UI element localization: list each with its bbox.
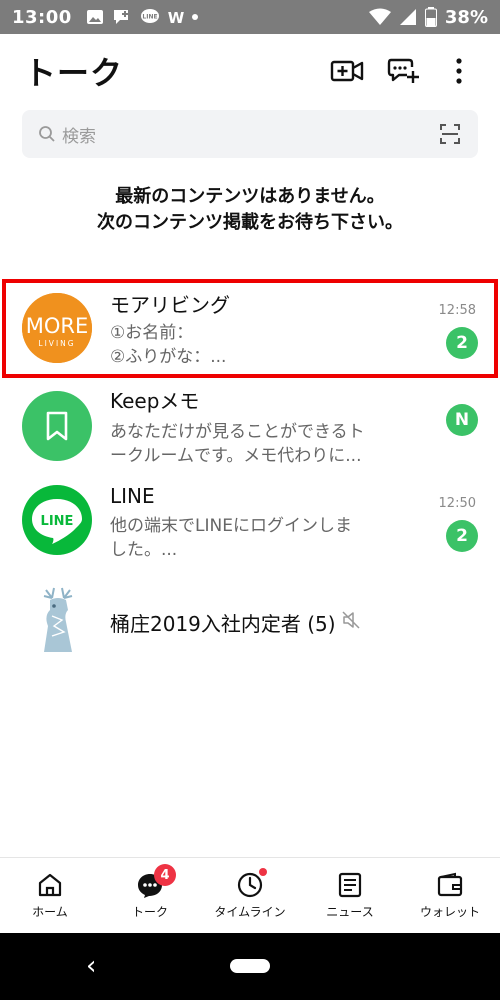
bottom-navigation: ホーム トーク 4 タイムライン ニュース ウォレット	[0, 857, 500, 933]
battery-icon	[424, 7, 437, 27]
search-icon	[39, 126, 55, 142]
scan-icon[interactable]	[438, 122, 462, 146]
w-icon: W	[168, 9, 184, 25]
chat-time: 12:50	[438, 496, 476, 511]
chat-name: モアリビング	[110, 293, 230, 317]
notice-message: 最新のコンテンツはありません。 次のコンテンツ掲載をお待ち下さい。	[0, 184, 500, 236]
status-right: 38%	[368, 6, 488, 28]
chat-name: LINE	[110, 484, 155, 508]
svg-text:W: W	[168, 9, 184, 25]
search-placeholder: 検索	[62, 126, 96, 147]
signal-icon	[399, 9, 416, 25]
mute-icon	[342, 611, 360, 629]
wallet-icon	[437, 872, 463, 897]
avatar-text: LINE	[41, 514, 74, 529]
chat-preview: ①お名前： ②ふりがな：...	[110, 321, 400, 369]
more-vertical-icon	[456, 58, 462, 84]
header: トーク	[0, 34, 500, 108]
search-bar[interactable]: 検索	[22, 110, 478, 158]
battery-percent: 38%	[444, 6, 488, 28]
header-actions	[330, 54, 476, 88]
more-menu-button[interactable]	[442, 54, 476, 88]
tab-home[interactable]: ホーム	[0, 858, 100, 933]
chat-preview-line-1: 他の端末でLINEにログインしま	[110, 516, 352, 536]
avatar: LINE	[22, 485, 92, 555]
more-living-logo-icon: MORE LIVING	[22, 293, 92, 363]
talk-unread-badge: 4	[154, 864, 176, 886]
tab-label: ニュース	[326, 905, 374, 919]
chat-item-group[interactable]: 桶庄2019入社内定者 (5)	[0, 582, 500, 662]
new-badge: N	[446, 404, 478, 436]
chat-preview-line-2: ②ふりがな：...	[110, 347, 227, 367]
add-chat-button[interactable]	[386, 54, 420, 88]
status-bar: 13:00 LINE W 38%	[0, 0, 500, 34]
page-title: トーク	[24, 54, 124, 92]
tab-timeline[interactable]: タイムライン	[200, 858, 300, 933]
video-call-plus-button[interactable]	[330, 54, 364, 88]
notice-line-1: 最新のコンテンツはありません。	[115, 186, 385, 207]
bookmark-icon	[46, 411, 68, 441]
chat-item-keep-memo[interactable]: Keepメモ あなただけが見ることができるト ークルームです。メモ代わりに...…	[0, 380, 500, 472]
image-icon	[86, 10, 103, 24]
system-navigation-bar: ‹	[0, 933, 500, 1000]
chat-preview: 他の端末でLINEにログインしま した。...	[110, 514, 400, 562]
home-icon	[38, 873, 62, 897]
chat-plus-icon	[113, 10, 128, 24]
chat-name: 桶庄2019入社内定者 (5)	[110, 612, 336, 636]
notice-line-2: 次のコンテンツ掲載をお待ち下さい。	[97, 212, 403, 233]
chat-plus-icon	[387, 58, 419, 83]
line-icon: LINE	[140, 9, 159, 23]
unread-badge: 2	[446, 327, 478, 359]
wifi-icon	[368, 8, 391, 25]
chat-preview-line-1: ①お名前：	[110, 323, 194, 343]
chat-preview-line-2: した。...	[110, 540, 178, 560]
svg-text:LINE: LINE	[142, 14, 157, 21]
back-icon[interactable]: ‹	[86, 951, 96, 981]
dot-icon	[191, 14, 198, 20]
chat-preview-line-2: ークルームです。メモ代わりに...	[110, 446, 362, 466]
tab-label: ウォレット	[419, 905, 480, 919]
chat-preview: あなただけが見ることができるト ークルームです。メモ代わりに...	[110, 420, 400, 468]
avatar-text-bottom: LIVING	[38, 339, 75, 348]
unread-badge: 2	[446, 520, 478, 552]
home-pill-button[interactable]	[230, 959, 270, 973]
video-call-plus-icon	[330, 60, 364, 82]
avatar: MORE LIVING	[22, 293, 92, 363]
line-logo-icon: LINE	[32, 499, 82, 544]
chat-time: 12:58	[438, 303, 476, 318]
chat-preview-line-1: あなただけが見ることができるト	[110, 422, 365, 442]
status-time: 13:00	[12, 6, 72, 28]
tab-wallet[interactable]: ウォレット	[400, 858, 500, 933]
avatar	[22, 391, 92, 461]
tab-label: ホーム	[32, 905, 68, 919]
chat-item-line[interactable]: LINE LINE 他の端末でLINEにログインしま した。... 12:50 …	[0, 480, 500, 572]
tab-label: トーク	[131, 905, 168, 919]
chat-item-more-living[interactable]: MORE LIVING モアリビング ①お名前： ②ふりがな：... 12:58…	[0, 283, 500, 375]
deer-illustration-icon	[43, 587, 73, 652]
news-icon	[338, 872, 362, 898]
tab-news[interactable]: ニュース	[300, 858, 400, 933]
avatar	[22, 586, 92, 656]
timeline-new-dot	[259, 868, 267, 876]
status-icons: LINE W	[86, 8, 198, 26]
tab-label: タイムライン	[214, 905, 286, 919]
tab-talk[interactable]: トーク 4	[100, 858, 200, 933]
avatar-text-top: MORE	[26, 314, 89, 338]
chat-name: Keepメモ	[110, 389, 200, 413]
